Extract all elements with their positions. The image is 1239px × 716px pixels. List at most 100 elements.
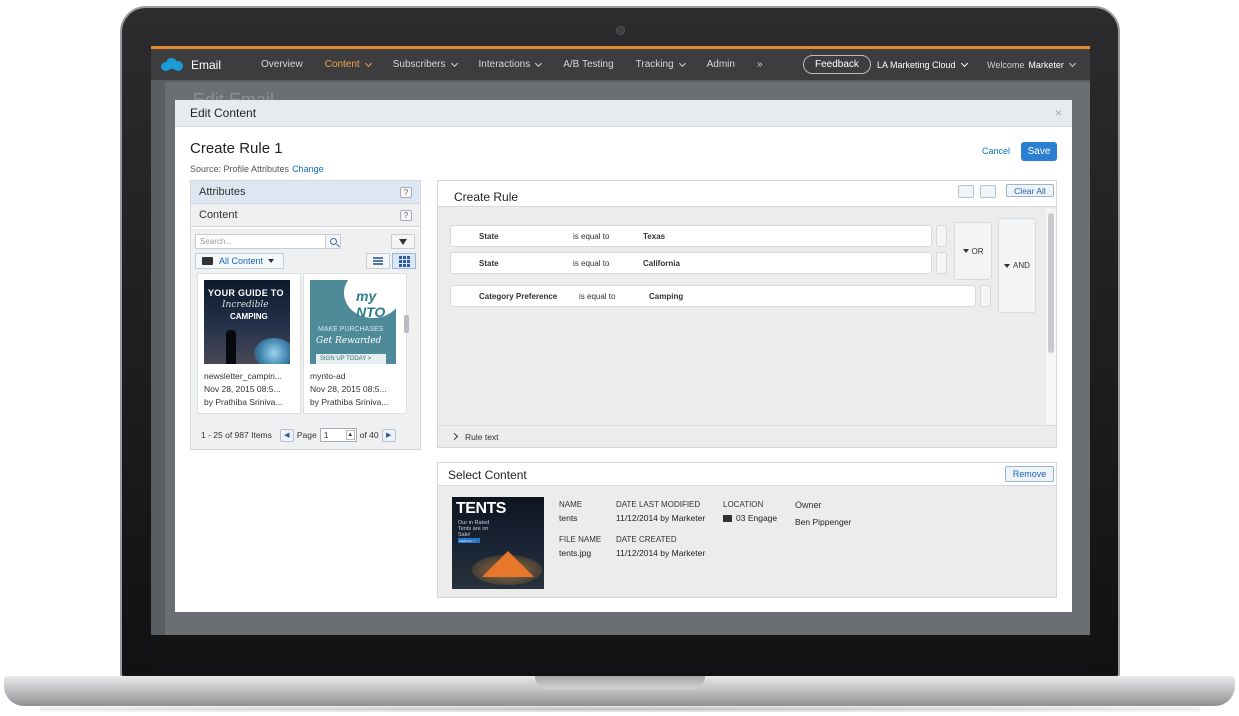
nav-tracking[interactable]: Tracking <box>636 59 686 70</box>
page-stepper-icon[interactable]: ▲ <box>345 430 355 440</box>
select-content-title: Select Content <box>448 468 527 482</box>
save-button[interactable]: Save <box>1021 142 1057 161</box>
laptop-shadow <box>40 706 1200 712</box>
rule-text-toggle[interactable]: Rule text <box>438 425 1056 447</box>
cancel-button[interactable]: Cancel <box>982 146 1010 156</box>
modified-heading: DATE LAST MODIFIED <box>616 500 701 509</box>
folder-icon <box>723 515 732 522</box>
card-author: by Prathiba Sriniva... <box>310 397 389 407</box>
nav-subscribers[interactable]: Subscribers <box>393 59 458 70</box>
filter-icon <box>399 238 407 245</box>
card-name: newsletter_campin... <box>204 371 282 381</box>
created-value: 11/12/2014 by Marketer <box>616 548 706 558</box>
rule-condition[interactable]: State is equal to California <box>450 252 932 274</box>
clear-all-button[interactable]: Clear All <box>1006 184 1054 197</box>
search-input[interactable]: Search... <box>195 234 341 249</box>
content-body: Search... All Content YOUR GUIDE TO Incr… <box>191 229 420 449</box>
file-name-value: tents.jpg <box>559 548 592 558</box>
page-input[interactable]: 1 ▲ <box>319 428 357 442</box>
nav-more[interactable]: » <box>757 59 763 70</box>
rule-title: Create Rule 1 <box>190 140 283 157</box>
close-icon[interactable]: × <box>1055 106 1062 120</box>
camping-newsletter-thumbnail: YOUR GUIDE TO Incredible CAMPING <box>204 280 290 364</box>
select-content-panel: Select Content Remove TENTS Our in Rated… <box>437 462 1057 598</box>
next-page-button[interactable]: ▶ <box>381 428 396 442</box>
camera-icon <box>616 26 625 35</box>
help-icon[interactable]: ? <box>400 209 412 221</box>
source-line: Source: Profile Attributes Change <box>190 164 324 174</box>
chevron-down-icon <box>678 59 686 67</box>
remove-button[interactable]: Remove <box>1005 466 1054 482</box>
rule-condition[interactable]: Category Preference is equal to Camping <box>450 285 976 307</box>
folder-dropdown[interactable]: All Content <box>195 253 284 269</box>
list-view-button[interactable] <box>366 253 390 269</box>
nav-admin[interactable]: Admin <box>707 59 735 70</box>
drag-handle[interactable] <box>936 252 947 274</box>
search-button[interactable] <box>325 234 341 249</box>
grid-view-button[interactable] <box>392 253 416 269</box>
prev-page-button[interactable]: ◀ <box>279 428 294 442</box>
created-heading: DATE CREATED <box>616 535 677 544</box>
modal-title: Edit Content <box>190 106 257 120</box>
caret-down-icon <box>962 249 969 253</box>
filter-button[interactable] <box>391 234 415 249</box>
create-rule-header: Create Rule Clear All <box>438 181 1056 207</box>
file-name-heading: FILE NAME <box>559 535 602 544</box>
and-group-toggle[interactable]: AND <box>998 218 1036 313</box>
screen-bezel <box>151 635 1090 665</box>
card-date: Nov 28, 2015 08:5... <box>204 384 281 394</box>
content-card[interactable]: YOUR GUIDE TO Incredible CAMPING newslet… <box>197 273 301 414</box>
modal-header: Edit Content × <box>175 100 1072 127</box>
change-source-link[interactable]: Change <box>292 164 324 174</box>
brand-label: Email <box>191 57 222 72</box>
caret-down-icon <box>268 259 275 263</box>
user-menu[interactable]: Welcome Marketer <box>987 59 1076 70</box>
nav-content[interactable]: Content <box>325 59 372 70</box>
feedback-button[interactable]: Feedback <box>803 55 871 74</box>
page-total: of 40 <box>359 430 379 440</box>
toolbar-button[interactable] <box>980 185 996 198</box>
card-date: Nov 28, 2015 08:5... <box>310 384 387 394</box>
chevron-down-icon <box>1068 59 1076 68</box>
location-value: 03 Engage <box>723 513 777 523</box>
create-rule-title: Create Rule <box>454 190 519 204</box>
nav-ab-testing[interactable]: A/B Testing <box>563 59 613 70</box>
name-heading: NAME <box>559 500 583 509</box>
page-label: Page <box>296 430 317 440</box>
attributes-header[interactable]: Attributes? <box>191 181 420 204</box>
nav-interactions[interactable]: Interactions <box>479 59 543 70</box>
nav-overview[interactable]: Overview <box>261 59 303 70</box>
search-icon <box>329 238 337 245</box>
brand[interactable]: Email <box>151 58 241 72</box>
help-icon[interactable]: ? <box>400 186 412 198</box>
content-browser: Attributes? Content? Search... All Conte… <box>190 180 421 450</box>
chevron-down-icon <box>364 59 372 67</box>
mynto-ad-thumbnail: my NTO MAKE PURCHASES Get Rewarded SIGN … <box>310 280 396 364</box>
scrollbar[interactable] <box>1048 213 1054 353</box>
content-card[interactable]: my NTO MAKE PURCHASES Get Rewarded SIGN … <box>303 273 407 414</box>
pager: 1 - 25 of 987 Items ◀ Page 1 ▲ of 40 ▶ <box>191 422 420 448</box>
rule-condition[interactable]: State is equal to Texas <box>450 225 932 247</box>
org-switcher[interactable]: LA Marketing Cloud <box>877 59 968 70</box>
or-group-toggle[interactable]: OR <box>954 222 992 280</box>
drag-handle[interactable] <box>936 225 947 247</box>
folder-icon <box>202 257 213 265</box>
location-heading: LOCATION <box>723 500 764 509</box>
name-value: tents <box>559 513 578 523</box>
edit-content-modal: Edit Content × Create Rule 1 Source: Pro… <box>175 100 1072 612</box>
create-rule-panel: Create Rule Clear All State is equal to … <box>437 180 1057 448</box>
item-range: 1 - 25 of 987 Items <box>201 430 272 440</box>
chevron-down-icon <box>535 59 543 67</box>
drag-handle[interactable] <box>980 285 991 307</box>
owner-value: Ben Pippenger <box>795 517 852 527</box>
top-navigation: Email Overview Content Subscribers Inter… <box>151 46 1090 80</box>
card-name: mynto-ad <box>310 371 346 381</box>
scrollbar[interactable] <box>404 315 409 333</box>
content-header[interactable]: Content? <box>191 204 420 227</box>
chevron-right-icon <box>450 432 459 441</box>
chevron-down-icon <box>960 59 968 68</box>
owner-heading: Owner <box>795 500 822 510</box>
toolbar-button[interactable] <box>958 185 974 198</box>
select-content-header: Select Content Remove <box>438 463 1056 486</box>
card-author: by Prathiba Sriniva... <box>204 397 283 407</box>
